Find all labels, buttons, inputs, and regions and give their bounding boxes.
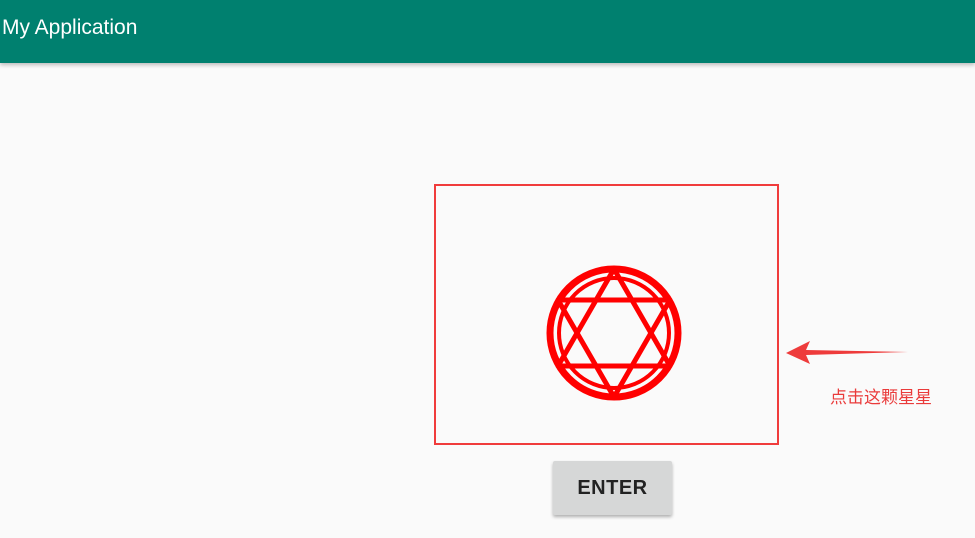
arrow-left-icon [786, 341, 908, 364]
annotation-highlight-box [434, 184, 779, 445]
app-bar: My Application [0, 0, 975, 63]
main-content: ENTER 点击这颗星星 [0, 63, 975, 538]
app-title: My Application [2, 15, 138, 39]
annotation-text: 点击这颗星星 [830, 388, 932, 408]
hexagram-in-circle-icon[interactable] [544, 264, 684, 402]
enter-button[interactable]: ENTER [553, 461, 672, 515]
